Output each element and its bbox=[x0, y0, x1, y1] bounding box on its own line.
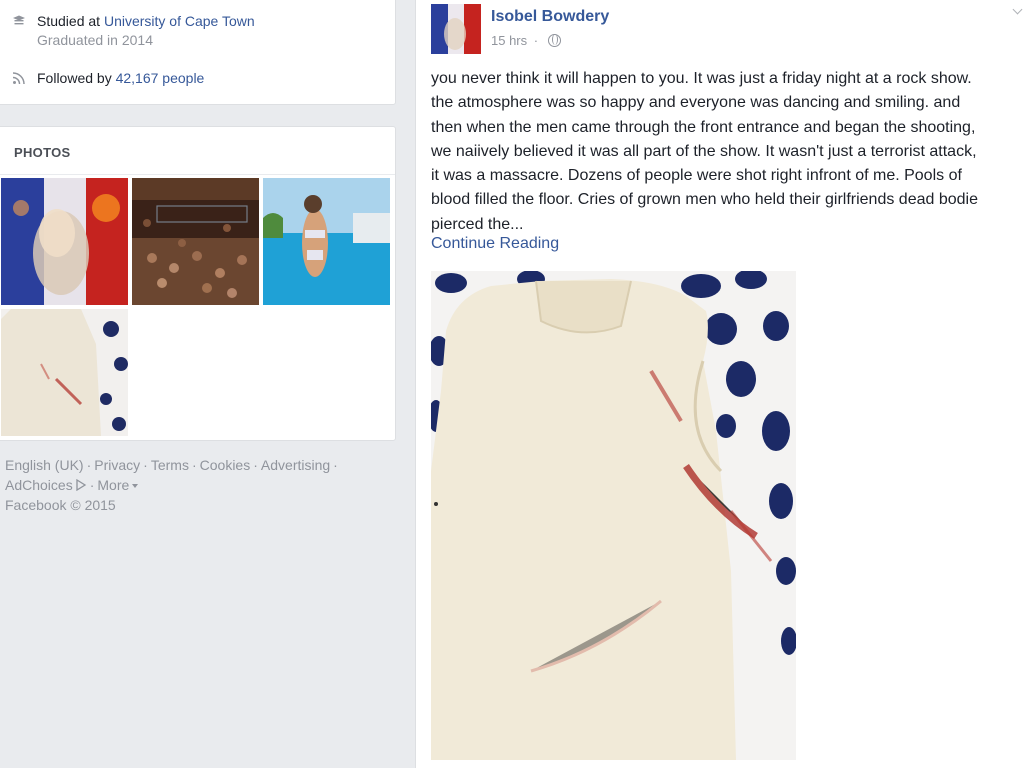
photos-divider bbox=[0, 174, 395, 175]
intro-card: Studied at University of Cape Town Gradu… bbox=[0, 0, 396, 105]
author-avatar[interactable] bbox=[431, 4, 481, 54]
footer-link-terms[interactable]: Terms bbox=[151, 457, 189, 473]
footer-links: English (UK) · Privacy · Terms · Cookies · Adver… bbox=[5, 457, 338, 513]
footer-link-advertising[interactable]: Advertising bbox=[261, 457, 330, 473]
photos-title[interactable]: PHOTOS bbox=[14, 145, 70, 160]
post-line: we naiively believed it was all part of … bbox=[431, 142, 977, 160]
post-card: Isobel Bowdery 15 hrs · you never think … bbox=[415, 0, 1024, 768]
globe-icon[interactable] bbox=[547, 34, 561, 47]
footer-link-adchoices[interactable]: AdChoices bbox=[5, 477, 73, 493]
photos-card: PHOTOS bbox=[0, 126, 396, 441]
post-line: the atmosphere was so happy and everyone… bbox=[431, 94, 961, 112]
footer-link-cookies[interactable]: Cookies bbox=[200, 457, 251, 473]
post-photo[interactable] bbox=[431, 271, 796, 760]
footer-link-language[interactable]: English (UK) bbox=[5, 457, 84, 473]
post-line: you never think it will happen to you. I… bbox=[431, 70, 972, 87]
photo-thumb-shirt[interactable] bbox=[1, 309, 128, 436]
rss-feed-icon bbox=[12, 71, 26, 85]
photo-thumb-profile[interactable] bbox=[1, 178, 128, 305]
chevron-down-icon[interactable] bbox=[1012, 4, 1023, 15]
graduation-text: Graduated in 2014 bbox=[37, 32, 153, 48]
post-timestamp[interactable]: 15 hrs bbox=[491, 33, 527, 48]
followers-prefix: Followed by bbox=[37, 70, 112, 86]
adchoices-icon bbox=[75, 477, 87, 497]
post-meta: 15 hrs · bbox=[491, 33, 561, 48]
footer-link-privacy[interactable]: Privacy bbox=[94, 457, 140, 473]
photo-thumb-concert[interactable] bbox=[132, 178, 259, 305]
footer-link-more[interactable]: More bbox=[97, 477, 129, 493]
post-body: you never think it will happen to you. I… bbox=[431, 67, 1024, 237]
followers-row: Followed by 42,167 people bbox=[12, 70, 372, 90]
continue-reading-link[interactable]: Continue Reading bbox=[431, 235, 559, 253]
post-line: pierced the... bbox=[431, 215, 524, 233]
education-row: Studied at University of Cape Town Gradu… bbox=[12, 13, 372, 53]
post-line: it was a massacre. Dozens of people were… bbox=[431, 167, 962, 185]
post-line: then when the men came through the front… bbox=[431, 118, 976, 136]
photo-thumb-pool[interactable] bbox=[263, 178, 390, 305]
graduation-cap-icon bbox=[12, 14, 26, 28]
footer-copyright: Facebook © 2015 bbox=[5, 497, 116, 513]
caret-down-icon bbox=[132, 483, 139, 488]
post-line: blood filled the floor. Cries of grown m… bbox=[431, 191, 978, 209]
followers-count-link[interactable]: 42,167 people bbox=[116, 70, 205, 86]
education-prefix: Studied at bbox=[37, 13, 101, 29]
post-author-link[interactable]: Isobel Bowdery bbox=[491, 8, 609, 26]
school-link[interactable]: University of Cape Town bbox=[104, 13, 255, 29]
